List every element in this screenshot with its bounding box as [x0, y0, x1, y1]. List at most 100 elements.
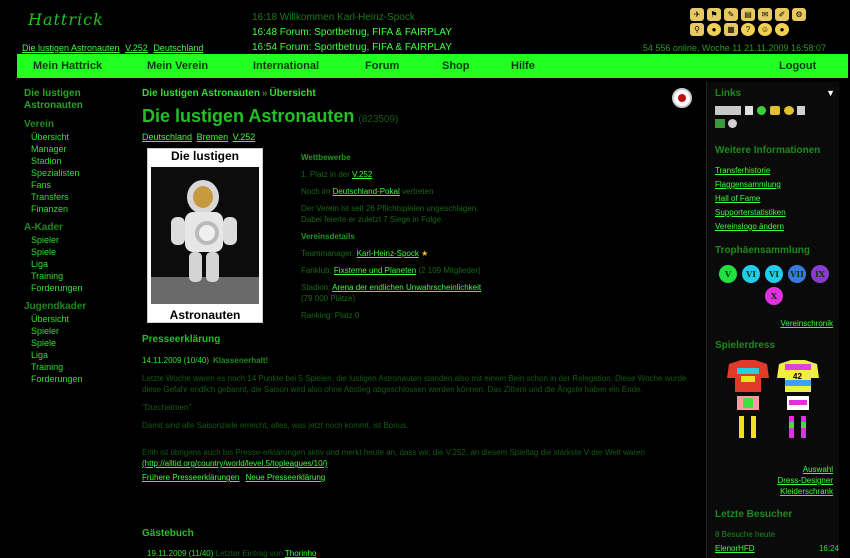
search-icon[interactable]: ⚲	[690, 23, 704, 36]
mail-icon[interactable]: ✉	[758, 8, 772, 21]
sidebar-item-jugend-spieler[interactable]: Spieler	[24, 325, 129, 337]
sidebar-item-jugend-forderungen[interactable]: Forderungen	[24, 373, 129, 385]
sidebar-item-spezialisten[interactable]: Spezialisten	[24, 167, 129, 179]
team-logo[interactable]: Die lustigen Astronauten	[147, 148, 263, 323]
press-paragraph: Letzte Woche waren es noch 14 Punkte bei…	[142, 374, 687, 394]
stadium-link[interactable]: Arena der endlichen Unwahrscheinlichkeit	[332, 283, 481, 292]
info-link-supporterstatistiken[interactable]: Supporterstatistiken	[715, 208, 786, 217]
info-link-hall-of-fame[interactable]: Hall of Fame	[715, 194, 760, 203]
gear-link-icon[interactable]	[797, 106, 805, 115]
nav-shop[interactable]: Shop	[442, 60, 470, 72]
ahead-link-icon[interactable]	[715, 106, 741, 115]
trophy-badge[interactable]: VI	[765, 265, 783, 283]
sidebar-item-stadion[interactable]: Stadion	[24, 155, 129, 167]
ht-link-icon[interactable]	[715, 119, 725, 128]
team-name-link[interactable]: Die lustigen Astronauten	[22, 43, 120, 53]
trophy-badge[interactable]: VII	[788, 265, 806, 283]
breadcrumb-separator: »	[261, 88, 268, 99]
hattrick-logo[interactable]: Hattrick	[28, 10, 104, 29]
info-link-vereinslogo[interactable]: Vereinslogo ändern	[715, 222, 784, 231]
sidebar-item-jugend-uebersicht[interactable]: Übersicht	[24, 313, 129, 325]
sneaker-icon[interactable]: ⚑	[707, 8, 721, 21]
country-link[interactable]: Deutschland	[153, 43, 203, 53]
sidebar-item-liga[interactable]: Liga	[24, 258, 129, 270]
league-link[interactable]: V.252	[125, 43, 148, 53]
sidebar-item-uebersicht[interactable]: Übersicht	[24, 131, 129, 143]
trophy-link-icon[interactable]	[745, 106, 753, 115]
book-icon[interactable]: ▤	[741, 8, 755, 21]
nav-hilfe[interactable]: Hilfe	[511, 60, 535, 72]
sidebar-item-jugend-liga[interactable]: Liga	[24, 349, 129, 361]
sidebar-item-fans[interactable]: Fans	[24, 179, 129, 191]
sidebar-item-spiele[interactable]: Spiele	[24, 246, 129, 258]
dress-link-designer[interactable]: Dress-Designer	[777, 476, 833, 485]
nav-forum[interactable]: Forum	[365, 60, 399, 72]
sidebar-item-finanzen[interactable]: Finanzen	[24, 203, 129, 215]
streak-line-1: Der Verein ist seit 26 Pflichtspielen un…	[301, 204, 479, 213]
competition-cup-link[interactable]: Deutschland-Pokal	[333, 187, 400, 196]
news-item[interactable]: 16:54 Forum: Sportbetrug, FIFA & FAIRPLA…	[252, 40, 452, 55]
visitor-link[interactable]: ElenorHFD	[715, 544, 755, 553]
robot-icon[interactable]	[672, 88, 692, 108]
disc-link-icon[interactable]	[784, 106, 794, 115]
guestbook-author-link[interactable]: Thorinho	[285, 549, 317, 558]
sidebar-item-forderungen[interactable]: Forderungen	[24, 282, 129, 294]
nav-mein-hattrick[interactable]: Mein Hattrick	[33, 60, 102, 72]
trophy-badge[interactable]: V	[719, 265, 737, 283]
location-league-link[interactable]: V.252	[233, 132, 256, 142]
right-sidebar: Links ▼ Weitere Informationen Transferhi…	[706, 82, 839, 558]
guestbook-heading: Gästebuch	[142, 528, 194, 539]
settings-icon[interactable]: ⚙	[792, 8, 806, 21]
sidebar-item-spieler[interactable]: Spieler	[24, 234, 129, 246]
sidebar-item-manager[interactable]: Manager	[24, 143, 129, 155]
search-link-icon[interactable]	[728, 119, 737, 128]
profile-icon[interactable]: ☺	[758, 23, 772, 36]
location-country-link[interactable]: Deutschland	[142, 132, 192, 142]
forum-icon[interactable]: ●	[775, 23, 789, 36]
info-link-transferhistorie[interactable]: Transferhistorie	[715, 166, 770, 175]
competitions-heading: Wettbewerbe	[301, 153, 351, 162]
competition-league-link[interactable]: V.252	[352, 170, 372, 179]
page-title: Die lustigen Astronauten (823509)	[142, 106, 702, 127]
trophy-badge[interactable]: IX	[811, 265, 829, 283]
player-dress[interactable]: 42	[725, 358, 825, 454]
breadcrumb-team[interactable]: Die lustigen Astronauten	[142, 88, 260, 99]
chevron-down-icon[interactable]: ▼	[826, 88, 835, 98]
news-item[interactable]: 16:48 Forum: Sportbetrug, FIFA & FAIRPLA…	[252, 25, 452, 40]
note-icon[interactable]: ✐	[775, 8, 789, 21]
new-press-link[interactable]: Neue Presseerklärung	[246, 473, 326, 482]
trophy-badge[interactable]: X	[765, 287, 783, 305]
dress-link-kleiderschrank[interactable]: Kleiderschrank	[780, 487, 833, 496]
star-link-icon[interactable]	[757, 106, 766, 115]
nav-international[interactable]: International	[253, 60, 319, 72]
help-icon[interactable]: ?	[741, 23, 755, 36]
pen-icon[interactable]: ✎	[724, 8, 738, 21]
press-external-link[interactable]: (http://alltid.org/country/world/level.5…	[142, 459, 327, 468]
world-icon[interactable]: ✈	[690, 8, 704, 21]
info-link-flaggensammlung[interactable]: Flaggensammlung	[715, 180, 781, 189]
b-link-icon[interactable]	[770, 106, 780, 115]
external-link-icons	[715, 106, 815, 132]
manager-link[interactable]: Karl-Heinz-Spock	[357, 249, 419, 258]
dress-link-auswahl[interactable]: Auswahl	[803, 465, 833, 474]
news-item[interactable]: 16:18 Willkommen Karl-Heinz-Spock	[252, 10, 452, 25]
dress-heading: Spielerdress	[715, 340, 776, 351]
coin-icon[interactable]: ●	[707, 23, 721, 36]
sidebar-item-training[interactable]: Training	[24, 270, 129, 282]
location-region-link[interactable]: Bremen	[197, 132, 229, 142]
page-title-text: Die lustigen Astronauten	[142, 106, 355, 126]
chronik-link[interactable]: Vereinschronik	[781, 319, 833, 328]
nav-mein-verein[interactable]: Mein Verein	[147, 60, 208, 72]
sidebar-item-jugend-spiele[interactable]: Spiele	[24, 337, 129, 349]
competition-league: 1. Platz in der V.252	[301, 169, 701, 180]
trophy-badge[interactable]: VI	[742, 265, 760, 283]
sidebar-item-transfers[interactable]: Transfers	[24, 191, 129, 203]
sidebar-team-title[interactable]: Die lustigen Astronauten	[24, 88, 129, 112]
sidebar-item-jugend-training[interactable]: Training	[24, 361, 129, 373]
fanclub-label: Fanklub:	[301, 266, 332, 275]
press-heading: Presseerklärung	[142, 334, 221, 345]
nav-logout[interactable]: Logout	[779, 60, 816, 72]
fanclub-link[interactable]: Fixsterne und Planeten	[334, 266, 416, 275]
calendar-icon[interactable]: ▦	[724, 23, 738, 36]
earlier-press-link[interactable]: Frühere Presseerklärungen	[142, 473, 239, 482]
